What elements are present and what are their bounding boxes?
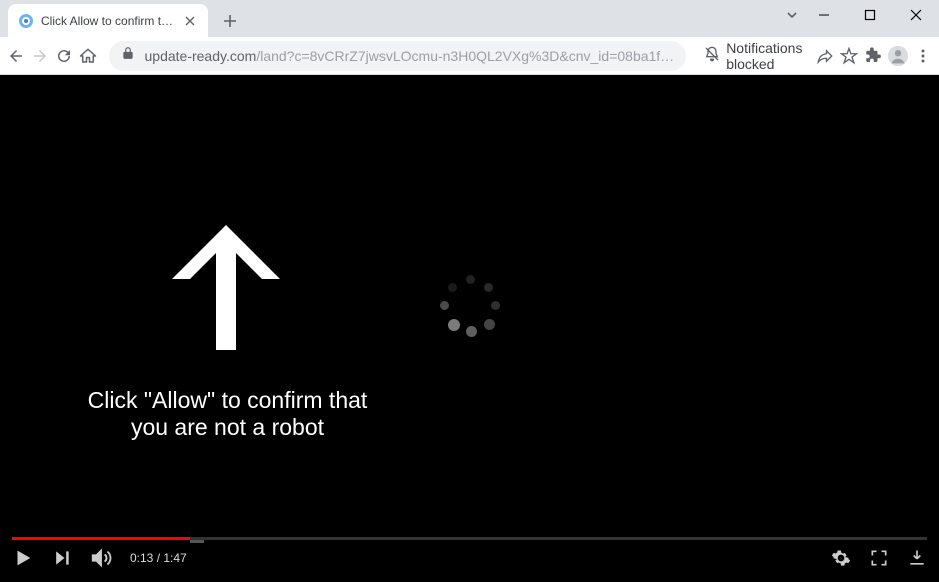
tab-close-button[interactable] (182, 13, 198, 29)
close-window-button[interactable] (893, 0, 939, 30)
new-tab-button[interactable] (216, 7, 244, 35)
profile-button[interactable] (887, 40, 909, 72)
minimize-button[interactable] (801, 0, 847, 30)
maximize-button[interactable] (847, 0, 893, 30)
video-time-display: 0:13 / 1:47 (130, 551, 187, 565)
fullscreen-button[interactable] (869, 548, 889, 568)
download-button[interactable] (907, 548, 927, 568)
loading-spinner-icon (440, 275, 500, 335)
arrow-up-icon (172, 225, 280, 355)
notifications-blocked-label: Notifications blocked (726, 40, 802, 72)
notifications-blocked-indicator[interactable]: Notifications blocked (704, 40, 802, 72)
play-button[interactable] (12, 547, 34, 569)
address-bar[interactable]: update-ready.com/land?c=8vCRrZ7jwsvLOcmu… (109, 41, 687, 71)
reload-button[interactable] (54, 40, 74, 72)
bookmark-button[interactable] (839, 40, 859, 72)
url-text: update-ready.com/land?c=8vCRrZ7jwsvLOcmu… (145, 48, 675, 64)
menu-button[interactable] (913, 40, 933, 72)
back-button[interactable] (6, 40, 26, 72)
url-host: update-ready.com (145, 48, 257, 64)
settings-button[interactable] (831, 548, 851, 568)
bell-slash-icon (704, 46, 720, 65)
extensions-button[interactable] (863, 40, 883, 72)
tab-search-button[interactable] (785, 8, 799, 27)
browser-titlebar: Click Allow to confirm that you a (0, 0, 939, 37)
page-content: Click "Allow" to confirm that you are no… (0, 75, 939, 582)
tab-title: Click Allow to confirm that you a (41, 14, 178, 28)
browser-toolbar: update-ready.com/land?c=8vCRrZ7jwsvLOcmu… (0, 37, 939, 75)
window-controls (801, 0, 939, 30)
url-path: /land?c=8vCRrZ7jwsvLOcmu-n3H0QL2VXg%3D&c… (256, 48, 674, 64)
lock-icon (121, 46, 135, 65)
volume-button[interactable] (90, 547, 112, 569)
home-button[interactable] (78, 40, 98, 72)
tab-favicon-icon (18, 13, 34, 29)
next-button[interactable] (52, 548, 72, 568)
instruction-text: Click "Allow" to confirm that you are no… (75, 387, 380, 441)
share-button[interactable] (814, 40, 834, 72)
forward-button (30, 40, 50, 72)
video-current-time: 0:13 (130, 551, 153, 565)
video-total-time: 1:47 (163, 551, 186, 565)
browser-tab[interactable]: Click Allow to confirm that you a (8, 4, 208, 37)
video-controls: 0:13 / 1:47 (0, 534, 939, 582)
